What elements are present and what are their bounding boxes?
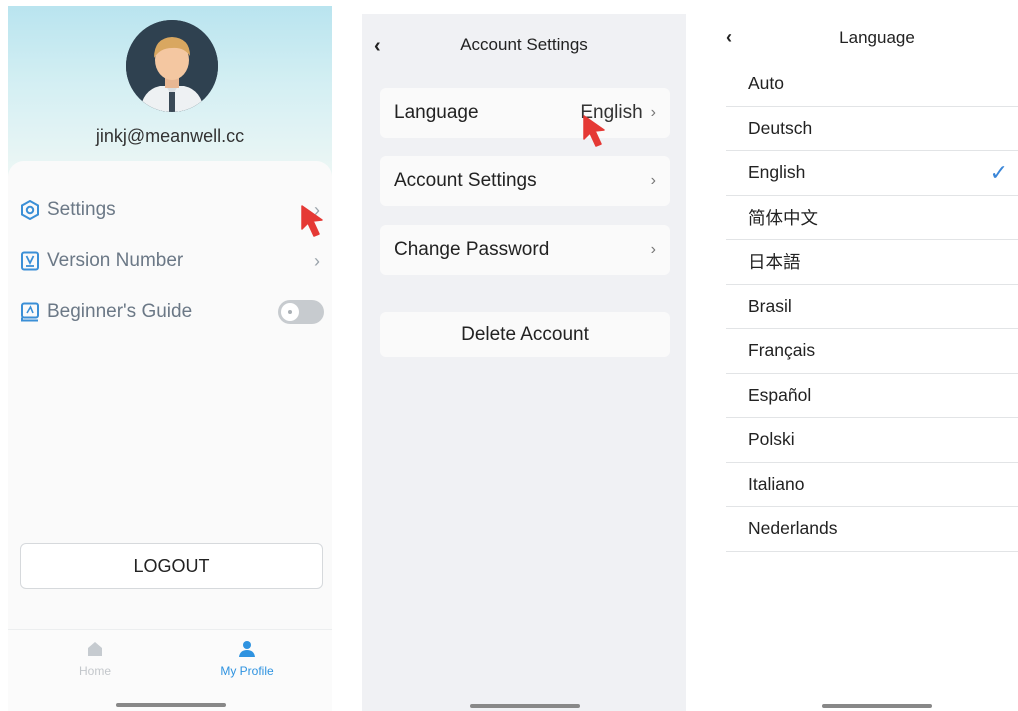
change-password-row[interactable]: Change Password › xyxy=(380,225,670,275)
home-indicator xyxy=(822,704,932,708)
back-chevron-icon[interactable]: ‹ xyxy=(726,27,732,48)
tab-home-label: Home xyxy=(78,664,111,678)
tab-my-profile-label: My Profile xyxy=(220,664,274,678)
version-number-row[interactable]: Version Number › xyxy=(20,246,324,276)
nav-bar: ‹ Language xyxy=(716,14,1018,62)
chevron-right-icon: › xyxy=(650,104,656,121)
pointer-cursor-icon xyxy=(301,205,323,237)
language-screen: ‹ Language Auto Deutsch English ✓ 简体中文 日本… xyxy=(716,14,1018,711)
beginners-guide-label: Beginner's Guide xyxy=(47,301,193,322)
profile-menu: Settings › Version Number › Beginner's G… xyxy=(8,161,332,631)
change-password-label: Change Password xyxy=(394,239,550,260)
back-chevron-icon[interactable]: ‹ xyxy=(374,35,381,58)
page-title: Account Settings xyxy=(460,35,588,54)
language-option[interactable]: Nederlands xyxy=(726,507,1018,552)
page-title: Language xyxy=(839,28,915,47)
version-number-label: Version Number xyxy=(47,250,184,271)
delete-account-button[interactable]: Delete Account xyxy=(380,312,670,357)
language-option[interactable]: Français xyxy=(726,329,1018,374)
language-option[interactable]: Brasil xyxy=(726,285,1018,329)
avatar[interactable] xyxy=(126,20,218,112)
user-icon xyxy=(239,641,255,657)
home-indicator xyxy=(470,704,580,708)
guide-book-icon xyxy=(20,302,40,322)
home-indicator xyxy=(116,703,226,707)
version-icon xyxy=(20,251,40,271)
bottom-tab-bar: Home My Profile xyxy=(8,629,332,711)
account-settings-row[interactable]: Account Settings › xyxy=(380,156,670,206)
settings-icon xyxy=(20,200,40,220)
home-icon xyxy=(88,642,102,656)
language-option[interactable]: 日本語 xyxy=(726,240,1018,285)
profile-screen: jinkj@meanwell.cc Settings › Version Num xyxy=(8,6,332,711)
settings-label: Settings xyxy=(47,199,116,220)
tab-home[interactable]: Home xyxy=(35,640,155,678)
tab-my-profile[interactable]: My Profile xyxy=(187,640,307,678)
user-email: jinkj@meanwell.cc xyxy=(95,126,245,146)
chevron-right-icon: › xyxy=(650,172,656,189)
account-settings-label: Account Settings xyxy=(394,170,537,191)
language-label: Language xyxy=(394,102,479,123)
language-option[interactable]: English ✓ xyxy=(726,151,1018,196)
language-option[interactable]: Polski xyxy=(726,418,1018,463)
beginners-guide-toggle[interactable] xyxy=(278,300,324,324)
checkmark-icon: ✓ xyxy=(989,159,1008,185)
language-option[interactable]: Deutsch xyxy=(726,107,1018,151)
logout-button[interactable]: LOGOUT xyxy=(20,543,323,589)
language-list: Auto Deutsch English ✓ 简体中文 日本語 Brasil Fr… xyxy=(726,62,1018,552)
language-row[interactable]: Language English › xyxy=(380,88,670,138)
language-option[interactable]: Italiano xyxy=(726,463,1018,507)
nav-bar: ‹ Account Settings xyxy=(362,14,686,78)
delete-account-label: Delete Account xyxy=(461,323,589,345)
profile-header: jinkj@meanwell.cc xyxy=(8,6,332,181)
chevron-right-icon: › xyxy=(314,250,320,271)
language-option[interactable]: 简体中文 xyxy=(726,196,1018,240)
chevron-right-icon: › xyxy=(650,241,656,258)
account-settings-screen: ‹ Account Settings Language English › Ac… xyxy=(362,14,686,711)
language-option[interactable]: Auto xyxy=(726,62,1018,107)
settings-row[interactable]: Settings › xyxy=(20,195,324,225)
beginners-guide-row: Beginner's Guide xyxy=(20,297,324,327)
language-option[interactable]: Español xyxy=(726,374,1018,418)
pointer-cursor-icon xyxy=(583,115,605,147)
